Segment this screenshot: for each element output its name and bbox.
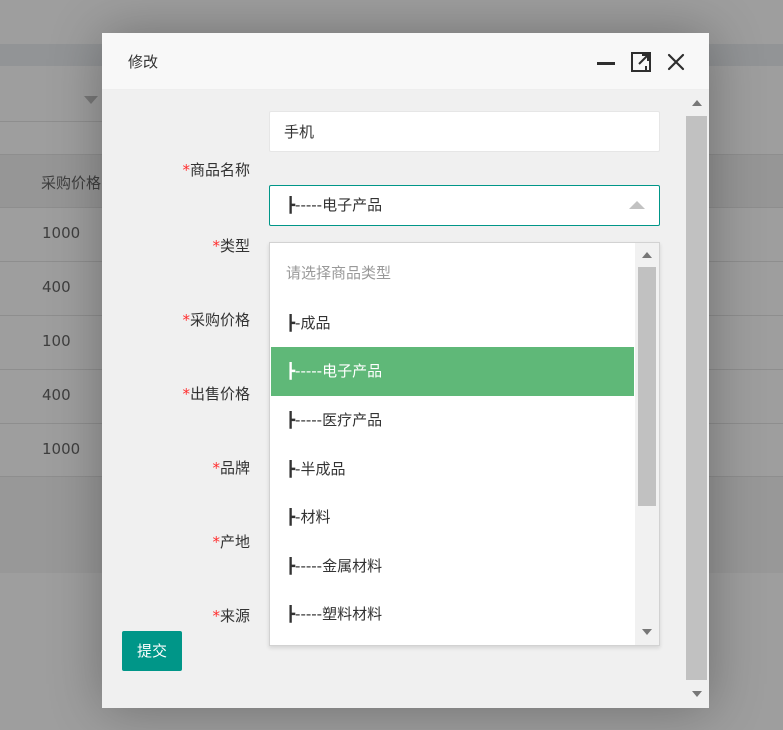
scroll-up-arrow-icon[interactable] [692,100,702,106]
dropdown-option[interactable]: ┣-材料 [271,493,634,542]
dropdown-scrollbar[interactable] [635,243,659,645]
origin-label: *产地 [102,531,250,552]
type-label: *类型 [102,235,250,256]
dropdown-option[interactable]: ┣-成品 [271,299,634,348]
product-name-label: *商品名称 [102,159,250,180]
origin-label-text: 产地 [219,533,250,551]
maximize-icon[interactable] [630,51,652,73]
source-label-text: 来源 [219,607,250,625]
type-select[interactable]: ┣-----电子产品 [269,185,660,226]
required-mark: * [212,237,220,255]
scroll-down-arrow-icon[interactable] [692,691,702,697]
dropdown-option-selected[interactable]: ┣-----电子产品 [271,347,634,396]
product-name-input[interactable] [269,111,660,152]
required-mark: * [182,311,190,329]
dropdown-option[interactable]: ┣-半成品 [271,445,634,494]
required-mark: * [212,533,220,551]
dropdown-scrollbar-thumb[interactable] [638,267,656,506]
required-mark: * [182,161,190,179]
dropdown-placeholder-option[interactable]: 请选择商品类型 [271,249,634,298]
purchase-price-label: *采购价格 [102,309,250,330]
type-label-text: 类型 [219,237,250,255]
type-dropdown-list: 请选择商品类型 ┣-成品 ┣-----电子产品 ┣-----医疗产品 ┣-半成品… [269,242,660,646]
required-mark: * [212,607,220,625]
dropdown-option[interactable]: ┣-----金属材料 [271,542,634,591]
sale-price-label-text: 出售价格 [189,385,250,403]
dropdown-option[interactable]: ┣-----塑料材料 [271,590,634,639]
purchase-price-label-text: 采购价格 [189,311,250,329]
dialog-title: 修改 [128,53,159,71]
scroll-up-arrow-icon[interactable] [642,252,652,258]
caret-up-icon [629,201,645,209]
source-label: *来源 [102,605,250,626]
minimize-icon[interactable] [595,51,617,73]
required-mark: * [182,385,190,403]
dialog-header: 修改 [102,33,709,90]
sale-price-label: *出售价格 [102,383,250,404]
submit-button[interactable]: 提交 [122,631,182,671]
dialog-scrollbar-thumb[interactable] [686,116,707,680]
dialog-scrollbar[interactable] [685,90,709,708]
close-icon[interactable] [665,51,687,73]
brand-label: *品牌 [102,457,250,478]
brand-label-text: 品牌 [219,459,250,477]
type-select-value: ┣-----电子产品 [286,196,383,214]
required-mark: * [212,459,220,477]
product-name-label-text: 商品名称 [189,161,250,179]
scroll-down-arrow-icon[interactable] [642,629,652,635]
dropdown-option[interactable]: ┣-----医疗产品 [271,396,634,445]
